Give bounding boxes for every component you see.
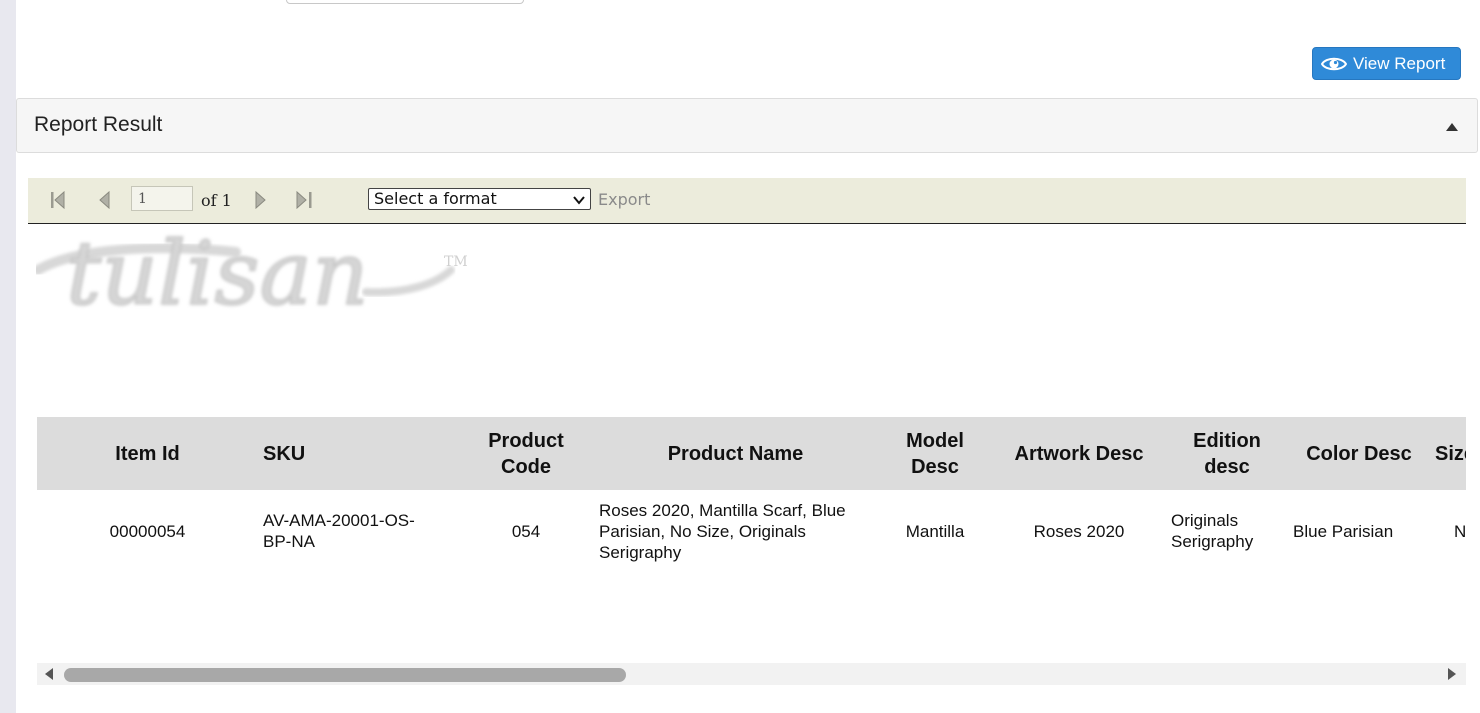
- parameter-select-partial[interactable]: [286, 0, 524, 4]
- cell-model-desc: Mantilla: [905, 521, 965, 541]
- page-count-label: of 1: [201, 191, 232, 210]
- column-header-model-desc[interactable]: Model Desc: [877, 417, 993, 490]
- table-row: 00000054 AV-AMA-20001-OS-BP-NA 054 Roses…: [37, 490, 1466, 567]
- cell-sku: AV-AMA-20001-OS-BP-NA: [263, 511, 415, 551]
- column-header-size-desc[interactable]: Size Desc: [1429, 417, 1466, 490]
- view-report-button[interactable]: View Report: [1312, 47, 1461, 80]
- table-header-row: Item Id SKU Product Code Product Name Mo…: [37, 417, 1466, 490]
- horizontal-scrollbar[interactable]: [37, 663, 1466, 685]
- column-header-edition-desc[interactable]: Edition desc: [1165, 417, 1289, 490]
- scrollbar-thumb[interactable]: [64, 668, 626, 682]
- collapse-caret-icon[interactable]: [1446, 123, 1458, 131]
- column-header-color-desc[interactable]: Color Desc: [1289, 417, 1429, 490]
- cell-product-name: Roses 2020, Mantilla Scarf, Blue Parisia…: [599, 500, 846, 562]
- chevron-down-icon: [572, 192, 586, 212]
- column-header-product-code[interactable]: Product Code: [458, 417, 594, 490]
- page-number-input[interactable]: [131, 186, 193, 211]
- view-report-label: View Report: [1353, 53, 1446, 73]
- cell-product-code: 054: [511, 521, 541, 541]
- logo-wordmark: tulisan: [66, 222, 369, 312]
- report-result-title: Report Result: [34, 113, 163, 136]
- last-page-icon[interactable]: [295, 190, 315, 213]
- tulisan-logo: tulisan TM: [33, 221, 476, 326]
- report-table-container: Item Id SKU Product Code Product Name Mo…: [37, 417, 1466, 567]
- next-page-icon[interactable]: [253, 190, 267, 213]
- export-format-selected: Select a format: [374, 189, 497, 208]
- report-result-header[interactable]: Report Result: [16, 98, 1478, 153]
- column-header-sku[interactable]: SKU: [258, 417, 458, 490]
- scroll-left-arrow-icon[interactable]: [45, 668, 53, 680]
- report-table: Item Id SKU Product Code Product Name Mo…: [37, 417, 1466, 567]
- cell-color-desc: Blue Parisian: [1293, 521, 1394, 541]
- export-format-select[interactable]: Select a format: [368, 188, 591, 210]
- cell-size-desc: No Size: [1454, 521, 1466, 541]
- cell-item-id: 00000054: [109, 521, 186, 541]
- scroll-right-arrow-icon[interactable]: [1448, 668, 1456, 680]
- column-header-artwork-desc[interactable]: Artwork Desc: [993, 417, 1165, 490]
- export-link[interactable]: Export: [598, 190, 650, 209]
- cell-artwork-desc: Roses 2020: [1033, 521, 1125, 541]
- report-viewer-toolbar: of 1 Select a format Export: [28, 178, 1466, 224]
- column-header-item-id[interactable]: Item Id: [37, 417, 258, 490]
- column-header-product-name[interactable]: Product Name: [594, 417, 877, 490]
- eye-icon: [1321, 55, 1347, 73]
- first-page-icon[interactable]: [49, 190, 67, 213]
- previous-page-icon[interactable]: [98, 190, 112, 213]
- logo-trademark: TM: [444, 254, 468, 270]
- report-panel: View Report Report Result of 1: [16, 0, 1480, 713]
- cell-edition-desc: Originals Serigraphy: [1171, 511, 1254, 551]
